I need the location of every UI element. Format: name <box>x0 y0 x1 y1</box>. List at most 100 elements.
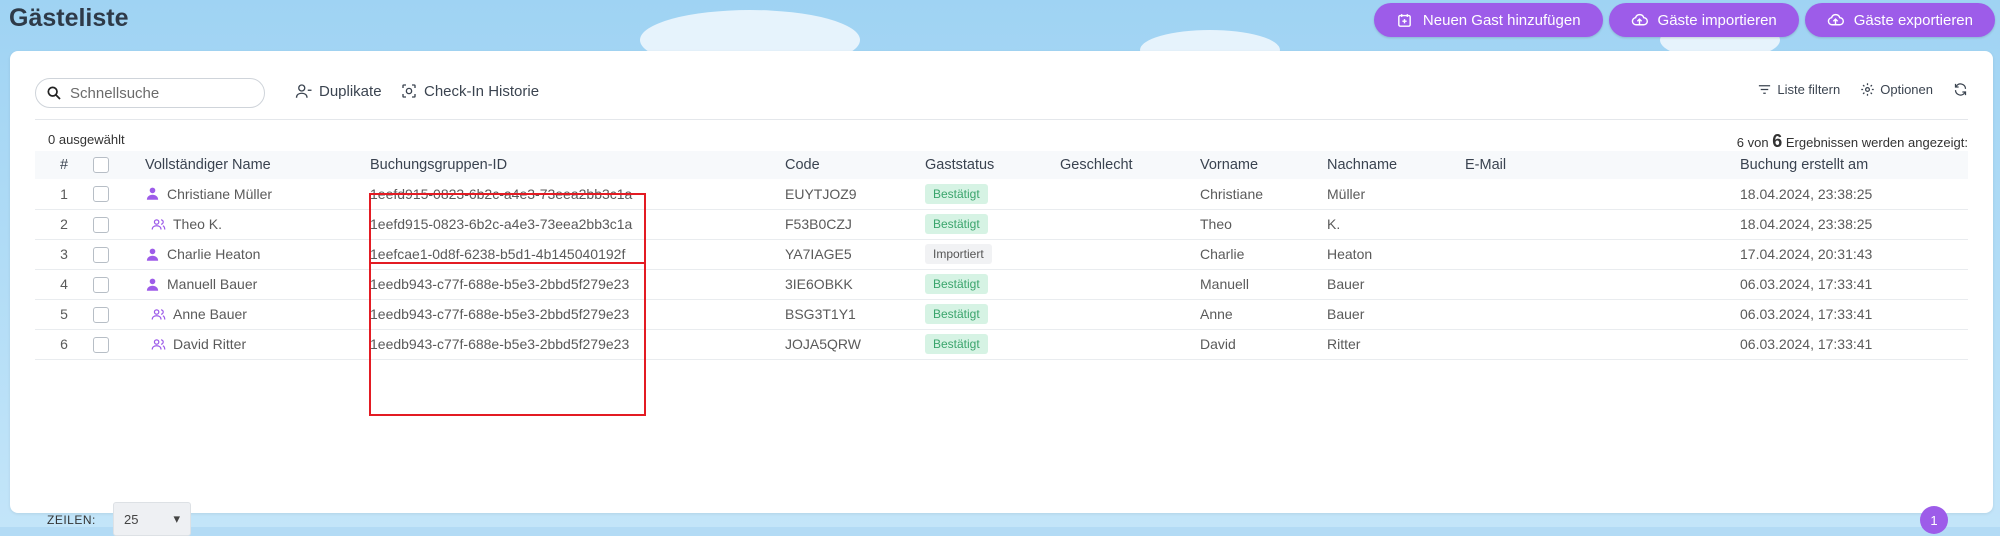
col-gender[interactable]: Geschlecht <box>1060 151 1200 179</box>
guest-name[interactable]: Manuell Bauer <box>167 276 257 292</box>
refresh-icon <box>1954 83 1967 96</box>
add-guest-label: Neuen Gast hinzufügen <box>1422 11 1581 29</box>
add-guest-button[interactable]: Neuen Gast hinzufügen <box>1373 3 1603 37</box>
page-title: Gästeliste <box>9 4 129 32</box>
row-checkbox[interactable] <box>93 186 109 203</box>
guest-name[interactable]: Christiane Müller <box>167 186 272 202</box>
row-number: 4 <box>60 276 68 292</box>
first-name-cell: David <box>1200 336 1236 352</box>
last-name-cell: Bauer <box>1327 306 1365 322</box>
search-icon <box>47 86 61 100</box>
col-last-name[interactable]: Nachname <box>1327 151 1465 179</box>
row-checkbox[interactable] <box>93 246 109 263</box>
checkin-history-button[interactable]: Check-In Historie <box>400 82 539 100</box>
users-icon <box>151 338 166 350</box>
code-cell: YA7IAGE5 <box>785 246 852 262</box>
created-cell: 17.04.2024, 20:31:43 <box>1740 246 1873 262</box>
top-actions: Neuen Gast hinzufügen Gäste importieren … <box>1373 3 1995 37</box>
first-name-cell: Theo <box>1200 216 1232 232</box>
email-cell <box>1465 209 1740 239</box>
import-guests-button[interactable]: Gäste importieren <box>1608 3 1799 37</box>
search-input[interactable] <box>68 83 252 103</box>
user-icon <box>146 187 159 200</box>
rows-per-page-select[interactable]: 25 ▾ <box>113 502 191 536</box>
user-minus-icon <box>295 84 312 98</box>
row-number: 5 <box>60 306 68 322</box>
guest-name-cell: Manuell Bauer <box>145 269 370 299</box>
first-name-cell: Charlie <box>1200 246 1245 262</box>
guest-name[interactable]: David Ritter <box>173 336 246 352</box>
users-icon <box>151 218 166 230</box>
quick-search[interactable] <box>35 78 265 108</box>
email-cell <box>1465 179 1740 209</box>
table-row[interactable]: 2 Theo K. 1eefd915-0823-6b2c-a4e3-73eea2… <box>35 209 1968 239</box>
row-checkbox[interactable] <box>93 336 109 353</box>
row-checkbox[interactable] <box>93 216 109 233</box>
col-status[interactable]: Gaststatus <box>925 151 1060 179</box>
guest-name[interactable]: Theo K. <box>173 216 222 232</box>
status-cell: Bestätigt <box>925 209 1060 239</box>
row-number: 2 <box>60 216 68 232</box>
status-cell: Importiert <box>925 239 1060 269</box>
export-guests-button[interactable]: Gäste exportieren <box>1804 3 1995 37</box>
refresh-button[interactable] <box>1953 82 1968 97</box>
gender-cell <box>1060 209 1200 239</box>
scan-icon <box>402 84 416 98</box>
code-cell: EUYTJOZ9 <box>785 185 857 202</box>
col-group-id[interactable]: Buchungsgruppen-ID <box>370 151 785 179</box>
email-cell <box>1465 269 1740 299</box>
first-name-cell: Manuell <box>1200 276 1250 292</box>
toolbar: Duplikate Check-In Historie Liste filter… <box>35 78 1968 110</box>
table-row[interactable]: 6 David Ritter 1eedb943-c77f-688e-b5e3-2… <box>35 329 1968 359</box>
group-id-cell: 1eefd915-0823-6b2c-a4e3-73eea2bb3c1a <box>370 216 633 232</box>
row-checkbox[interactable] <box>93 276 109 293</box>
guest-name-cell: David Ritter <box>145 329 370 359</box>
filter-list-button[interactable]: Liste filtern <box>1757 82 1840 97</box>
guest-name[interactable]: Anne Bauer <box>173 306 247 322</box>
gender-cell <box>1060 329 1200 359</box>
status-cell: Bestätigt <box>925 269 1060 299</box>
user-icon <box>146 278 159 291</box>
select-all-checkbox[interactable] <box>93 157 109 174</box>
status-badge: Bestätigt <box>925 274 988 294</box>
status-badge: Bestätigt <box>925 214 988 234</box>
export-guests-label: Gäste exportieren <box>1853 11 1973 29</box>
duplicates-button[interactable]: Duplikate <box>295 82 382 100</box>
guest-name-cell: Christiane Müller <box>145 179 370 209</box>
col-created[interactable]: Buchung erstellt am <box>1740 151 1968 179</box>
row-select <box>93 299 145 329</box>
status-badge: Bestätigt <box>925 304 988 324</box>
created-cell: 18.04.2024, 23:38:25 <box>1740 216 1873 232</box>
created-cell: 06.03.2024, 17:33:41 <box>1740 306 1873 322</box>
code-cell: BSG3T1Y1 <box>785 306 856 322</box>
rows-per-page-label: ZEILEN: <box>47 513 96 527</box>
col-full-name[interactable]: Vollständiger Name <box>145 151 370 179</box>
row-checkbox[interactable] <box>93 306 109 323</box>
group-id-cell: 1eefd915-0823-6b2c-a4e3-73eea2bb3c1a <box>370 185 633 202</box>
created-cell: 06.03.2024, 17:33:41 <box>1740 336 1873 352</box>
created-cell: 18.04.2024, 23:38:25 <box>1740 185 1873 202</box>
table-row[interactable]: 1 Christiane Müller 1eefd915-0823-6b2c-a… <box>35 179 1968 209</box>
guest-table: # Vollständiger Name Buchungsgruppen-ID … <box>35 151 1968 360</box>
guest-name-cell: Charlie Heaton <box>145 239 370 269</box>
table-header-row: # Vollständiger Name Buchungsgruppen-ID … <box>35 151 1968 179</box>
col-email[interactable]: E-Mail <box>1465 151 1740 179</box>
col-number: # <box>59 157 69 173</box>
table-row[interactable]: 5 Anne Bauer 1eedb943-c77f-688e-b5e3-2bb… <box>35 299 1968 329</box>
row-select <box>93 239 145 269</box>
first-name-cell: Christiane <box>1200 185 1264 202</box>
options-button[interactable]: Optionen <box>1860 82 1933 97</box>
options-label: Optionen <box>1880 82 1933 97</box>
status-badge: Importiert <box>925 244 992 264</box>
email-cell <box>1465 239 1740 269</box>
table-row[interactable]: 3 Charlie Heaton 1eefcae1-0d8f-6238-b5d1… <box>35 239 1968 269</box>
status-badge: Bestätigt <box>925 183 988 204</box>
guest-name[interactable]: Charlie Heaton <box>167 246 260 262</box>
checkin-history-label: Check-In Historie <box>424 82 540 100</box>
col-first-name[interactable]: Vorname <box>1200 151 1327 179</box>
table-row[interactable]: 4 Manuell Bauer 1eedb943-c77f-688e-b5e3-… <box>35 269 1968 299</box>
col-code[interactable]: Code <box>785 151 925 179</box>
page-1-button[interactable]: 1 <box>1920 506 1948 534</box>
guest-name-cell: Anne Bauer <box>145 299 370 329</box>
gender-cell <box>1060 179 1200 209</box>
